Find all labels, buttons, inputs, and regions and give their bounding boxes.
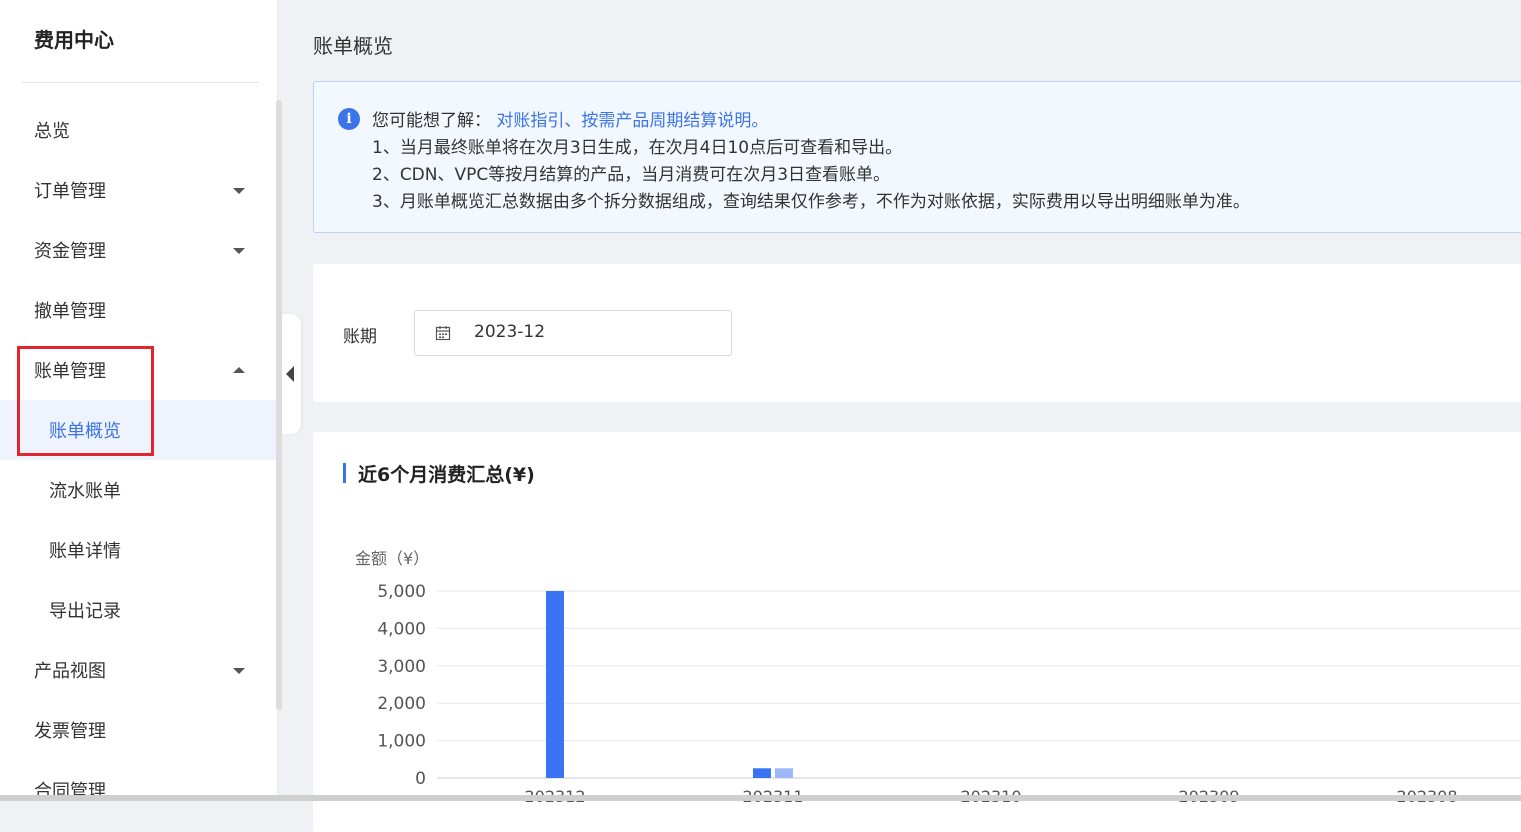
y-tick-label: 0 [415,769,426,789]
sidebar-item-label: 导出记录 [49,601,121,622]
sidebar-divider [22,82,259,83]
filter-card: 账期 2023-12 [313,264,1521,402]
sidebar: 费用中心 总览 订单管理 资金管理 撤单管理 账单管理 账单概览 流水账单 账单… [0,0,278,802]
notice-line-1: 1、当月最终账单将在次月3日生成，在次月4日10点后可查看和导出。 [372,138,903,158]
notice-links[interactable]: 对账指引、按需产品周期结算说明。 [496,111,768,131]
sidebar-item-label: 订单管理 [34,181,106,202]
sidebar-item-funds[interactable]: 资金管理 [0,220,276,280]
sidebar-item-label: 撤单管理 [34,301,106,322]
sidebar-item-label: 流水账单 [49,481,121,502]
notice-line-2: 2、CDN、VPC等按月结算的产品，当月消费可在次月3日查看账单。 [372,165,891,185]
horizontal-scrollbar[interactable] [0,795,1521,801]
sidebar-item-label: 账单详情 [49,541,121,562]
sidebar-item-transaction-bills[interactable]: 流水账单 [0,460,276,520]
sidebar-item-overview[interactable]: 总览 [0,100,276,160]
notice-prefix: 您可能想了解： [372,111,491,131]
sidebar-item-label: 资金管理 [34,241,106,262]
billing-period-label: 账期 [343,327,377,347]
page-title: 账单概览 [313,34,393,58]
y-axis-label: 金额（¥） [355,549,429,568]
y-tick-label: 2,000 [377,694,426,714]
sidebar-item-label: 产品视图 [34,661,106,682]
notice-line-3: 3、月账单概览汇总数据由多个拆分数据组成，查询结果仅作参考，不作为对账依据，实际… [372,192,1250,212]
y-tick-label: 1,000 [377,732,426,752]
y-tick-label: 3,000 [377,657,426,677]
bar-202311-series-1 [753,768,771,778]
sidebar-item-label: 账单概览 [49,421,121,442]
collapse-left-icon [285,366,294,382]
calendar-icon [435,326,451,341]
chevron-down-icon [233,188,245,194]
chevron-up-icon [233,367,245,373]
sidebar-item-cancellations[interactable]: 撤单管理 [0,280,276,340]
chart-card: 近6个月消费汇总(¥) 金额（¥） 5,000 4,000 3,000 2,000 1,0… [313,432,1521,832]
sidebar-item-invoices[interactable]: 发票管理 [0,700,276,760]
sidebar-item-product-view[interactable]: 产品视图 [0,640,276,700]
sidebar-item-orders[interactable]: 订单管理 [0,160,276,220]
info-icon: i [338,108,360,130]
chevron-down-icon [233,668,245,674]
y-tick-label: 4,000 [377,619,426,639]
bar-202311-series-2 [775,768,793,778]
sidebar-item-label: 账单管理 [34,361,106,382]
sidebar-item-bill-overview[interactable]: 账单概览 [0,400,276,460]
spending-bar-chart: 金额（¥）5,0004,0003,0002,0001,0000202312202… [355,549,1521,806]
notice-intro: 您可能想了解： 对账指引、按需产品周期结算说明。 [372,106,768,131]
y-tick-label: 5,000 [377,582,426,602]
billing-period-value: 2023-12 [474,322,546,342]
sidebar-collapse-button[interactable] [282,314,301,434]
sidebar-item-label: 发票管理 [34,721,106,742]
sidebar-item-bills[interactable]: 账单管理 [0,340,276,400]
sidebar-item-label: 总览 [34,121,70,142]
sidebar-item-bill-details[interactable]: 账单详情 [0,520,276,580]
sidebar-item-contracts[interactable]: 合同管理 [0,760,276,820]
chevron-down-icon [233,248,245,254]
sidebar-title: 费用中心 [34,28,114,52]
sidebar-item-export-records[interactable]: 导出记录 [0,580,276,640]
billing-period-picker[interactable]: 2023-12 [414,310,732,356]
notice-box: i 您可能想了解： 对账指引、按需产品周期结算说明。 1、当月最终账单将在次月3… [313,81,1521,233]
bar-202312-series-1 [546,591,564,778]
